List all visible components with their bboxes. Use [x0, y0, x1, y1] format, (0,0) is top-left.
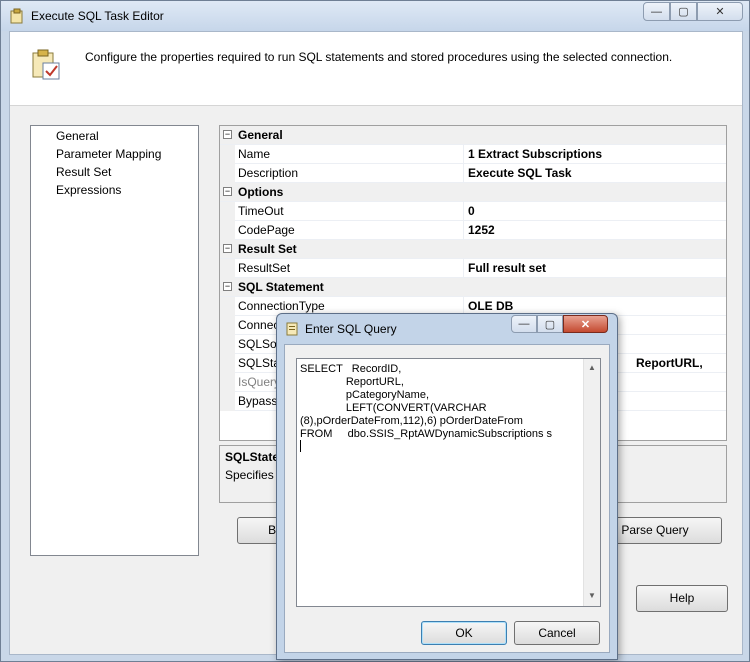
scroll-down-arrow-icon[interactable]: ▼: [588, 591, 596, 600]
sql-query-textarea[interactable]: SELECT RecordID, ReportURL, pCategoryNam…: [296, 358, 601, 607]
help-button[interactable]: Help: [636, 585, 728, 612]
prop-value[interactable]: ReportURL,: [636, 356, 703, 370]
dialog-minimize-button[interactable]: —: [511, 315, 537, 333]
category-options[interactable]: − Options: [220, 183, 726, 202]
window-controls: — ▢ ✕: [643, 2, 743, 21]
collapse-icon[interactable]: −: [223, 282, 232, 291]
dialog-client-area: SELECT RecordID, ReportURL, pCategoryNam…: [284, 344, 610, 653]
dialog-window-controls: — ▢ ✕: [511, 315, 608, 333]
row-gutter: [220, 221, 235, 240]
row-gutter: [220, 164, 235, 183]
prop-row-codepage[interactable]: CodePage 1252: [220, 221, 726, 240]
prop-row-resultset[interactable]: ResultSet Full result set: [220, 259, 726, 278]
prop-label: ConnectionType: [238, 299, 325, 313]
nav-item-general[interactable]: General: [56, 129, 99, 143]
prop-row-description[interactable]: Description Execute SQL Task: [220, 164, 726, 183]
nav-item-result-set[interactable]: Result Set: [56, 165, 111, 179]
close-button[interactable]: ✕: [697, 2, 743, 21]
row-gutter: [220, 354, 235, 373]
prop-label: Description: [238, 166, 299, 180]
prop-label: CodePage: [238, 223, 295, 237]
prop-value[interactable]: Full result set: [468, 261, 546, 275]
row-gutter: [220, 373, 235, 392]
window-titlebar[interactable]: Execute SQL Task Editor — ▢ ✕: [1, 1, 749, 31]
prop-label: ResultSet: [238, 261, 291, 275]
prop-value[interactable]: 1 Extract Subscriptions: [468, 147, 602, 161]
column-divider: [463, 259, 464, 278]
prop-value[interactable]: OLE DB: [468, 299, 513, 313]
scroll-up-arrow-icon[interactable]: ▲: [588, 363, 596, 372]
enter-sql-query-dialog: Enter SQL Query — ▢ ✕ SELECT RecordID, R…: [276, 313, 618, 660]
ok-button[interactable]: OK: [421, 621, 507, 645]
cancel-button[interactable]: Cancel: [514, 621, 600, 645]
vertical-scrollbar[interactable]: ▲ ▼: [583, 359, 600, 606]
category-sql-statement[interactable]: − SQL Statement: [220, 278, 726, 297]
prop-value[interactable]: 0: [468, 204, 475, 218]
category-label: Options: [238, 185, 284, 199]
page-nav-list: General Parameter Mapping Result Set Exp…: [30, 125, 199, 556]
prop-label: Name: [238, 147, 271, 161]
clipboard-check-icon: [32, 49, 60, 80]
dialog-title: Enter SQL Query: [305, 322, 397, 336]
prop-label: TimeOut: [238, 204, 284, 218]
collapse-icon[interactable]: −: [223, 244, 232, 253]
maximize-button[interactable]: ▢: [670, 2, 697, 21]
prop-value[interactable]: Execute SQL Task: [468, 166, 572, 180]
header-band: Configure the properties required to run…: [10, 32, 742, 106]
sql-query-text[interactable]: SELECT RecordID, ReportURL, pCategoryNam…: [300, 363, 583, 441]
nav-item-parameter-mapping[interactable]: Parameter Mapping: [56, 147, 161, 161]
prop-row-name[interactable]: Name 1 Extract Subscriptions: [220, 145, 726, 164]
task-icon: [10, 8, 23, 24]
category-label: General: [238, 128, 283, 142]
category-result-set[interactable]: − Result Set: [220, 240, 726, 259]
window-title: Execute SQL Task Editor: [31, 9, 164, 23]
row-gutter: [220, 335, 235, 354]
nav-item-expressions[interactable]: Expressions: [56, 183, 121, 197]
prop-value[interactable]: 1252: [468, 223, 495, 237]
text-caret: [300, 440, 301, 452]
dialog-close-button[interactable]: ✕: [563, 315, 608, 333]
row-gutter: [220, 259, 235, 278]
prop-row-timeout[interactable]: TimeOut 0: [220, 202, 726, 221]
row-gutter: [220, 316, 235, 335]
column-divider: [463, 164, 464, 183]
row-gutter: [220, 297, 235, 316]
row-gutter: [220, 145, 235, 164]
category-general[interactable]: − General: [220, 126, 726, 145]
column-divider: [463, 202, 464, 221]
column-divider: [463, 145, 464, 164]
sql-query-icon: [286, 322, 298, 336]
minimize-button[interactable]: —: [643, 2, 670, 21]
collapse-icon[interactable]: −: [223, 130, 232, 139]
row-gutter: [220, 392, 235, 411]
collapse-icon[interactable]: −: [223, 187, 232, 196]
row-gutter: [220, 202, 235, 221]
dialog-maximize-button[interactable]: ▢: [537, 315, 563, 333]
category-label: SQL Statement: [238, 280, 324, 294]
header-description: Configure the properties required to run…: [85, 50, 673, 64]
category-label: Result Set: [238, 242, 297, 256]
column-divider: [463, 221, 464, 240]
